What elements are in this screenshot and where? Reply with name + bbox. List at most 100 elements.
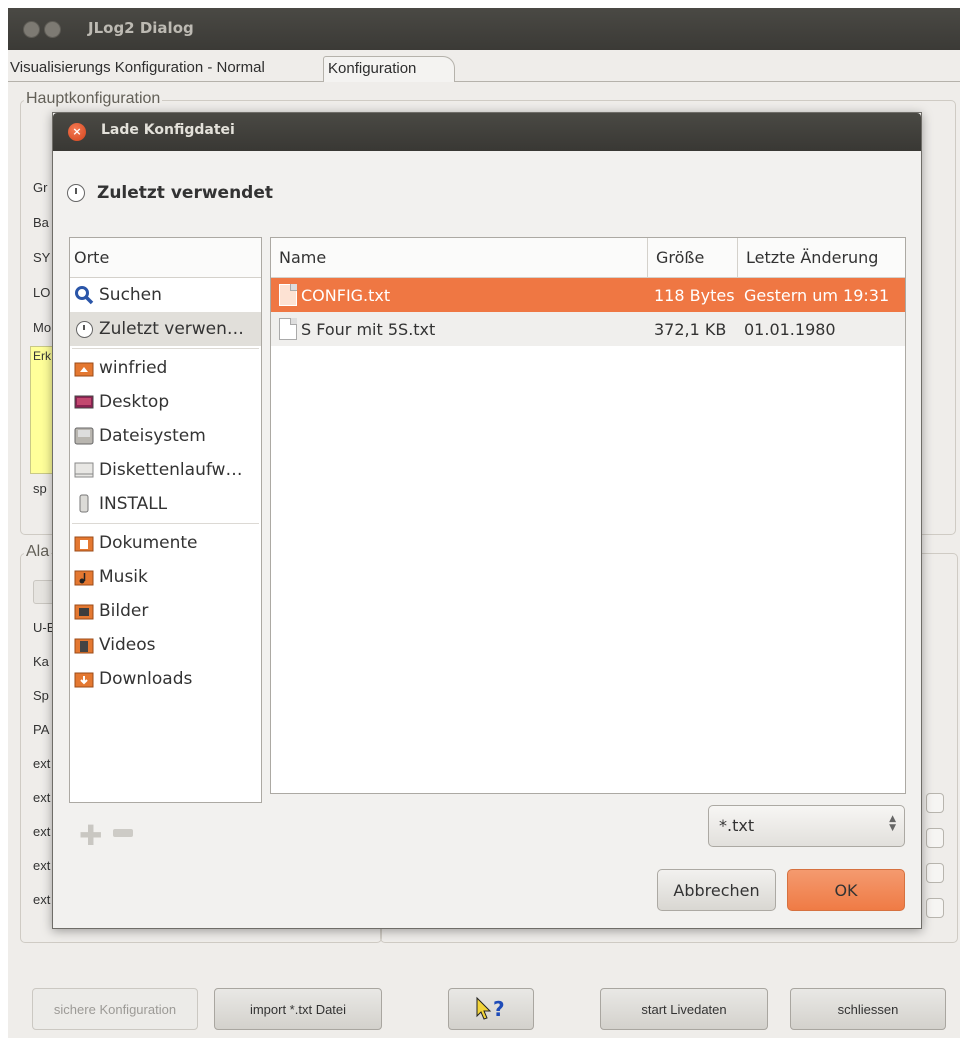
field-label-fragment: Ba xyxy=(33,215,49,230)
place-label: Suchen xyxy=(99,285,162,305)
file-chooser-dialog: × Lade Konfigdatei Zuletzt verwendet Ort… xyxy=(52,112,922,929)
place-dateisystem[interactable]: Dateisystem xyxy=(70,419,261,453)
window-close-icon[interactable] xyxy=(23,21,40,38)
place-label: Musik xyxy=(99,567,148,587)
dialog-title: Lade Konfigdatei xyxy=(101,122,235,138)
filter-value: *.txt xyxy=(719,816,755,835)
place-dokumente[interactable]: Dokumente xyxy=(70,526,261,560)
help-button[interactable]: ? xyxy=(448,988,534,1030)
text-file-icon xyxy=(279,284,297,306)
filesystem-icon xyxy=(73,426,95,446)
place-label: Downloads xyxy=(99,669,193,689)
place-bilder[interactable]: Bilder xyxy=(70,594,261,628)
home-folder-icon xyxy=(73,358,95,378)
floppy-icon xyxy=(73,460,95,480)
tab-konfiguration[interactable]: Konfiguration xyxy=(323,56,455,82)
file-name: S Four mit 5S.txt xyxy=(301,319,436,339)
place-downloads[interactable]: Downloads xyxy=(70,662,261,696)
music-folder-icon xyxy=(73,567,95,587)
ok-button[interactable]: OK xyxy=(787,869,905,911)
cancel-button[interactable]: Abbrechen xyxy=(657,869,776,911)
field-label-fragment: ext xyxy=(33,756,51,771)
desktop-icon xyxy=(73,392,95,412)
field-label-fragment: Ka xyxy=(33,654,49,669)
location-bar: Zuletzt verwendet xyxy=(67,183,273,203)
place-musik[interactable]: Musik xyxy=(70,560,261,594)
places-separator xyxy=(72,348,259,349)
save-config-button[interactable]: sichere Konfiguration xyxy=(32,988,198,1030)
field-label-fragment: ext xyxy=(33,790,51,805)
place-label: Videos xyxy=(99,635,156,655)
place-label: Dateisystem xyxy=(99,426,206,446)
place-zuletzt-verwendet[interactable]: Zuletzt verwen… xyxy=(70,312,261,346)
videos-folder-icon xyxy=(73,635,95,655)
documents-folder-icon xyxy=(73,533,95,553)
field-label-fragment: ext xyxy=(33,824,51,839)
file-name: CONFIG.txt xyxy=(301,285,391,305)
file-type-filter[interactable]: *.txt ▲ ▼ xyxy=(708,805,905,847)
file-modified: Gestern um 19:31 xyxy=(744,285,890,305)
spinner-control[interactable] xyxy=(926,828,944,848)
place-label: Zuletzt verwen… xyxy=(99,319,244,339)
place-winfried[interactable]: winfried xyxy=(70,351,261,385)
place-label: Desktop xyxy=(99,392,170,412)
spinner-control[interactable] xyxy=(926,793,944,813)
start-livedata-button[interactable]: start Livedaten xyxy=(600,988,768,1030)
field-label-fragment: sp xyxy=(33,481,47,496)
help-cursor-icon: ? xyxy=(476,996,505,1021)
dialog-close-icon[interactable]: × xyxy=(68,123,86,141)
file-row[interactable]: S Four mit 5S.txt 372,1 KB 01.01.1980 xyxy=(271,312,905,346)
tab-visualisierung[interactable]: Visualisierungs Konfiguration - Normal xyxy=(8,56,271,82)
place-videos[interactable]: Videos xyxy=(70,628,261,662)
group-hauptkonfiguration-label: Hauptkonfiguration xyxy=(24,90,163,108)
import-txt-button[interactable]: import *.txt Datei xyxy=(214,988,382,1030)
usb-drive-icon xyxy=(73,494,95,514)
places-separator xyxy=(72,523,259,524)
field-label-fragment: SY xyxy=(33,250,51,265)
file-list-header: Name Größe Letzte Änderung xyxy=(271,238,905,278)
place-label: winfried xyxy=(99,358,168,378)
window-titlebar[interactable]: JLog2 Dialog xyxy=(8,8,960,50)
file-size: 372,1 KB xyxy=(654,319,727,339)
spinner-control[interactable] xyxy=(926,863,944,883)
group-alarm-label: Ala xyxy=(24,543,52,561)
field-label-fragment: Gr xyxy=(33,180,48,195)
file-list: Name Größe Letzte Änderung CONFIG.txt 11… xyxy=(270,237,906,794)
field-label-fragment: LO xyxy=(33,285,51,300)
spinner-control[interactable] xyxy=(926,898,944,918)
file-size: 118 Bytes xyxy=(654,285,735,305)
remove-bookmark-icon[interactable] xyxy=(113,829,133,837)
column-modified[interactable]: Letzte Änderung xyxy=(738,238,905,277)
search-icon xyxy=(73,285,95,305)
updown-arrow-icon: ▲ ▼ xyxy=(889,814,896,833)
place-diskettenlaufwerk[interactable]: Diskettenlaufw… xyxy=(70,453,261,487)
place-suchen[interactable]: Suchen xyxy=(70,278,261,312)
recent-icon xyxy=(73,319,95,339)
field-label-fragment: ext xyxy=(33,858,51,873)
place-label: INSTALL xyxy=(99,494,168,514)
pictures-folder-icon xyxy=(73,601,95,621)
place-label: Diskettenlaufw… xyxy=(99,460,243,480)
file-row[interactable]: CONFIG.txt 118 Bytes Gestern um 19:31 xyxy=(271,278,905,312)
column-name[interactable]: Name xyxy=(271,238,648,277)
help-question-mark: ? xyxy=(493,997,505,1021)
window-title: JLog2 Dialog xyxy=(88,19,194,37)
recent-icon xyxy=(67,184,85,202)
field-label-fragment: Erk xyxy=(33,349,51,363)
column-size[interactable]: Größe xyxy=(648,238,738,277)
field-label-fragment: Sp xyxy=(33,688,49,703)
close-window-button[interactable]: schliessen xyxy=(790,988,946,1030)
window-minimize-icon[interactable] xyxy=(44,21,61,38)
text-file-icon xyxy=(279,318,297,340)
field-label-fragment: ext xyxy=(33,892,51,907)
tab-bar: Visualisierungs Konfiguration - Normal K… xyxy=(8,50,960,82)
downloads-folder-icon xyxy=(73,669,95,689)
add-bookmark-icon[interactable]: ✚ xyxy=(79,819,102,852)
field-label-fragment: PA xyxy=(33,722,50,737)
place-install[interactable]: INSTALL xyxy=(70,487,261,521)
places-header[interactable]: Orte xyxy=(70,238,261,278)
file-modified: 01.01.1980 xyxy=(744,319,836,339)
field-label-fragment: Mo xyxy=(33,320,52,335)
place-desktop[interactable]: Desktop xyxy=(70,385,261,419)
dialog-titlebar[interactable]: × Lade Konfigdatei xyxy=(53,113,921,151)
